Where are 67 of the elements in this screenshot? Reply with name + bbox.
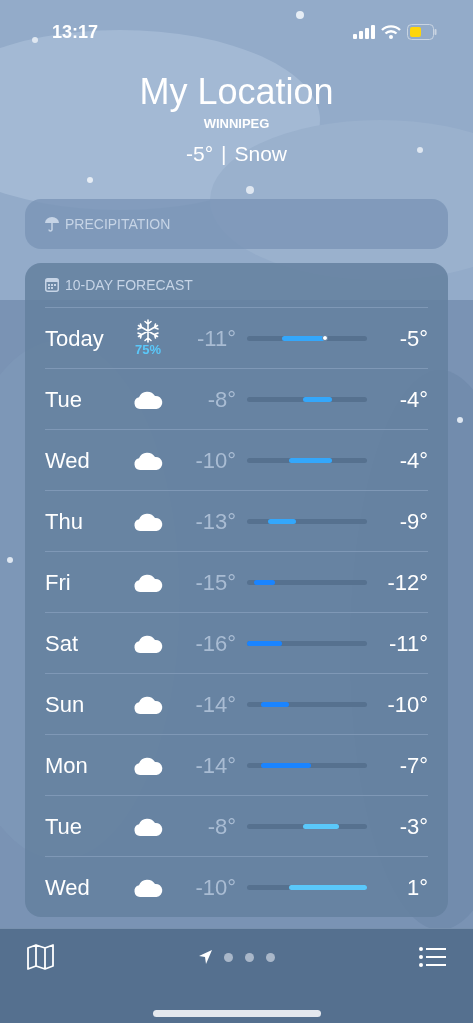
cloud-icon [133, 694, 163, 714]
list-icon[interactable] [419, 946, 446, 968]
precip-chance: 75% [135, 343, 161, 357]
status-time: 13:17 [52, 20, 99, 44]
low-temperature: -8° [206, 812, 236, 841]
location-title: My Location [139, 70, 334, 114]
low-temperature: -14° [194, 751, 236, 780]
temperature-range-bar [268, 518, 297, 524]
cloud-icon [133, 816, 163, 836]
snowflake-icon [136, 319, 160, 343]
battery-icon [407, 24, 437, 40]
high-temperature: -3° [398, 812, 428, 841]
day-label: Sun [45, 690, 86, 719]
low-temperature: -10° [194, 873, 236, 902]
location-arrow-icon[interactable] [199, 950, 212, 964]
day-label: Fri [45, 568, 72, 597]
cloud-icon [133, 755, 163, 775]
low-temperature: -16° [194, 629, 236, 658]
cloud-icon [133, 633, 163, 653]
day-label: Tue [45, 385, 84, 414]
temperature-range-bar [247, 640, 283, 646]
low-temperature: -8° [206, 385, 236, 414]
low-temperature: -14° [194, 690, 236, 719]
day-label: Thu [45, 507, 84, 536]
card-title: 10-DAY FORECAST [65, 275, 193, 295]
low-temperature: -15° [194, 568, 236, 597]
temperature-range-bar [261, 701, 290, 707]
temperature-range-bar [282, 335, 325, 341]
low-temperature: -13° [194, 507, 236, 536]
high-temperature: -5° [398, 324, 428, 353]
precipitation-card[interactable]: PRECIPITATION [25, 199, 448, 249]
map-icon[interactable] [27, 944, 55, 970]
high-temperature: -11° [388, 629, 428, 658]
day-label: Wed [45, 446, 91, 475]
cloud-icon [133, 511, 163, 531]
umbrella-icon [45, 216, 59, 232]
day-label: Sat [45, 629, 80, 658]
separator: | [221, 140, 227, 167]
card-title: PRECIPITATION [65, 214, 171, 234]
day-label: Today [45, 324, 105, 353]
day-label: Mon [45, 751, 89, 780]
condition-text: Snow [234, 140, 288, 167]
high-temperature: -7° [398, 751, 428, 780]
day-label: Tue [45, 812, 84, 841]
high-temperature: -9° [398, 507, 428, 536]
current-temperature: -5° [185, 140, 214, 167]
cloud-icon [133, 389, 163, 409]
day-label: Wed [45, 873, 91, 902]
cloud-icon [133, 450, 163, 470]
low-temperature: -11° [196, 324, 236, 353]
high-temperature: 1° [405, 873, 428, 902]
temperature-range-bar [303, 823, 339, 829]
temperature-range-bar [261, 762, 311, 768]
city-name: WINNIPEG [203, 115, 270, 133]
low-temperature: -10° [194, 446, 236, 475]
high-temperature: -4° [398, 385, 428, 414]
temperature-range-bar [289, 457, 332, 463]
high-temperature: -12° [386, 568, 428, 597]
temperature-range-bar [254, 579, 276, 585]
signal-icon [353, 25, 375, 39]
high-temperature: -10° [386, 690, 428, 719]
cloud-icon [133, 877, 163, 897]
wifi-icon [381, 25, 401, 39]
calendar-icon [45, 278, 59, 292]
temperature-range-bar [303, 396, 332, 402]
cloud-icon [133, 572, 163, 592]
high-temperature: -4° [398, 446, 428, 475]
